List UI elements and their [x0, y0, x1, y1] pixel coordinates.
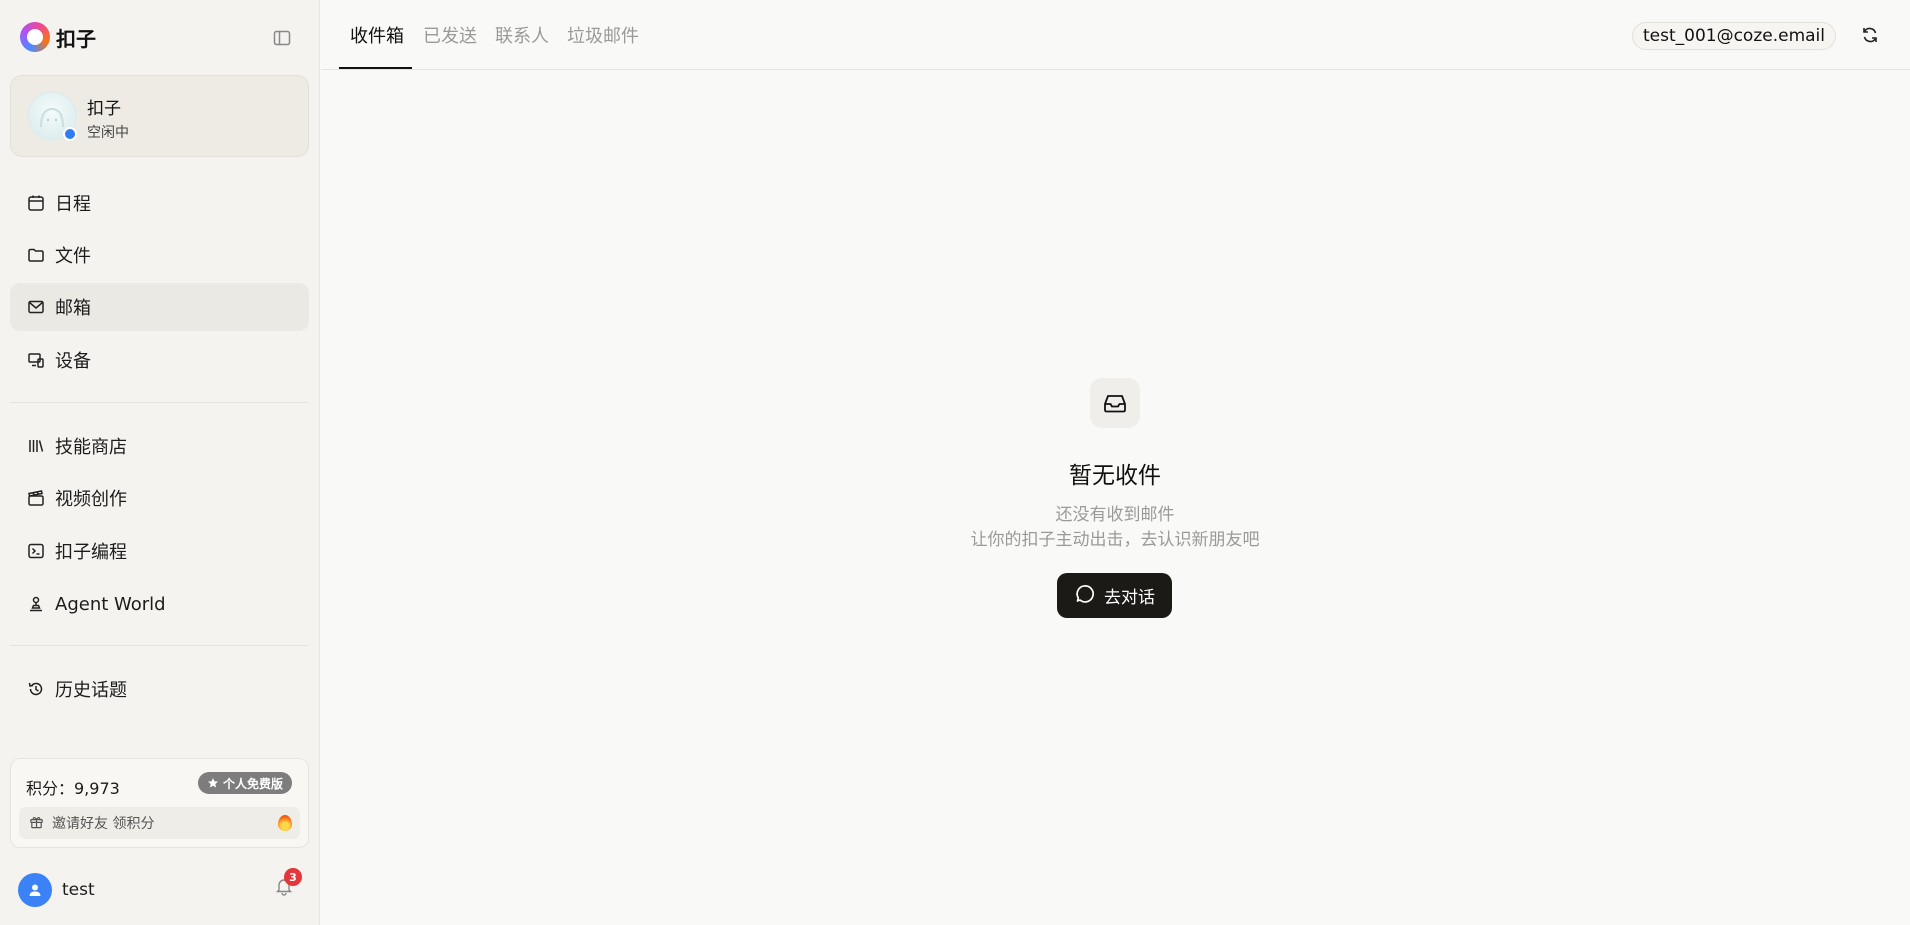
invite-label: 邀请好友 领积分 — [52, 816, 155, 832]
agent-status: 空闲中 — [87, 125, 129, 141]
start-chat-label: 去对话 — [1104, 588, 1155, 608]
user-account[interactable]: test — [18, 873, 95, 907]
device-icon — [26, 350, 46, 370]
sidebar-item-mailbox[interactable]: 邮箱 — [10, 283, 309, 331]
inbox-icon — [1090, 378, 1140, 428]
mail-icon — [26, 297, 46, 317]
refresh-icon[interactable] — [1860, 25, 1882, 47]
fire-icon — [278, 815, 292, 831]
empty-state-subtitle: 还没有收到邮件 — [1055, 505, 1175, 525]
sidebar-item-label: Agent World — [55, 593, 166, 615]
empty-state-description: 让你的扣子主动出击，去认识新朋友吧 — [970, 530, 1260, 550]
points-balance: 积分：9,973 — [26, 779, 120, 798]
sidebar-toggle-icon[interactable] — [272, 28, 292, 48]
sidebar-item-label: 设备 — [55, 351, 91, 372]
sidebar-item-devices[interactable]: 设备 — [10, 336, 309, 384]
brand[interactable]: 扣子 — [20, 22, 96, 52]
sidebar-item-history[interactable]: 历史话题 — [10, 665, 309, 713]
brand-logo — [20, 22, 50, 52]
sidebar-item-agent-world[interactable]: Agent World — [10, 580, 309, 628]
start-chat-button[interactable]: 去对话 — [1057, 573, 1172, 618]
agent-icon — [26, 594, 46, 614]
sidebar-item-files[interactable]: 文件 — [10, 231, 309, 279]
user-icon — [18, 873, 52, 907]
user-name: test — [62, 880, 95, 900]
plan-badge[interactable]: 个人免费版 — [197, 772, 292, 794]
calendar-icon — [26, 193, 46, 213]
folder-icon — [26, 245, 46, 265]
sidebar-divider — [10, 645, 309, 646]
online-status-dot — [63, 127, 77, 141]
library-icon — [26, 436, 46, 456]
points-card: 积分：9,973 个人免费版 邀请好友 领积分 — [10, 758, 309, 848]
plan-badge-label: 个人免费版 — [222, 776, 283, 791]
notification-count-badge: 3 — [284, 868, 302, 886]
active-tab-indicator — [339, 67, 412, 69]
empty-state-title: 暂无收件 — [1069, 463, 1161, 489]
agent-name: 扣子 — [87, 99, 121, 119]
tab-spam[interactable]: 垃圾邮件 — [567, 22, 639, 48]
sidebar-item-label: 邮箱 — [55, 298, 91, 319]
mailbox-header: 收件箱 已发送 联系人 垃圾邮件 test_001@coze.email — [321, 0, 1910, 70]
gift-icon — [29, 814, 44, 833]
agent-profile-card[interactable]: 扣子 空闲中 — [10, 75, 309, 157]
invite-friends-button[interactable]: 邀请好友 领积分 — [19, 807, 300, 839]
tab-inbox[interactable]: 收件箱 — [350, 22, 404, 48]
sidebar-item-label: 日程 — [55, 194, 91, 215]
sidebar-divider — [10, 402, 309, 403]
sidebar-item-schedule[interactable]: 日程 — [10, 179, 309, 227]
history-icon — [26, 679, 46, 699]
brand-name: 扣子 — [56, 26, 96, 51]
star-icon — [207, 778, 218, 788]
account-email[interactable]: test_001@coze.email — [1631, 22, 1836, 50]
tab-contacts[interactable]: 联系人 — [495, 22, 549, 48]
chat-icon — [1074, 582, 1096, 609]
sidebar-item-label: 历史话题 — [55, 680, 127, 701]
sidebar-item-label: 文件 — [55, 246, 91, 267]
tab-sent[interactable]: 已发送 — [423, 22, 477, 48]
